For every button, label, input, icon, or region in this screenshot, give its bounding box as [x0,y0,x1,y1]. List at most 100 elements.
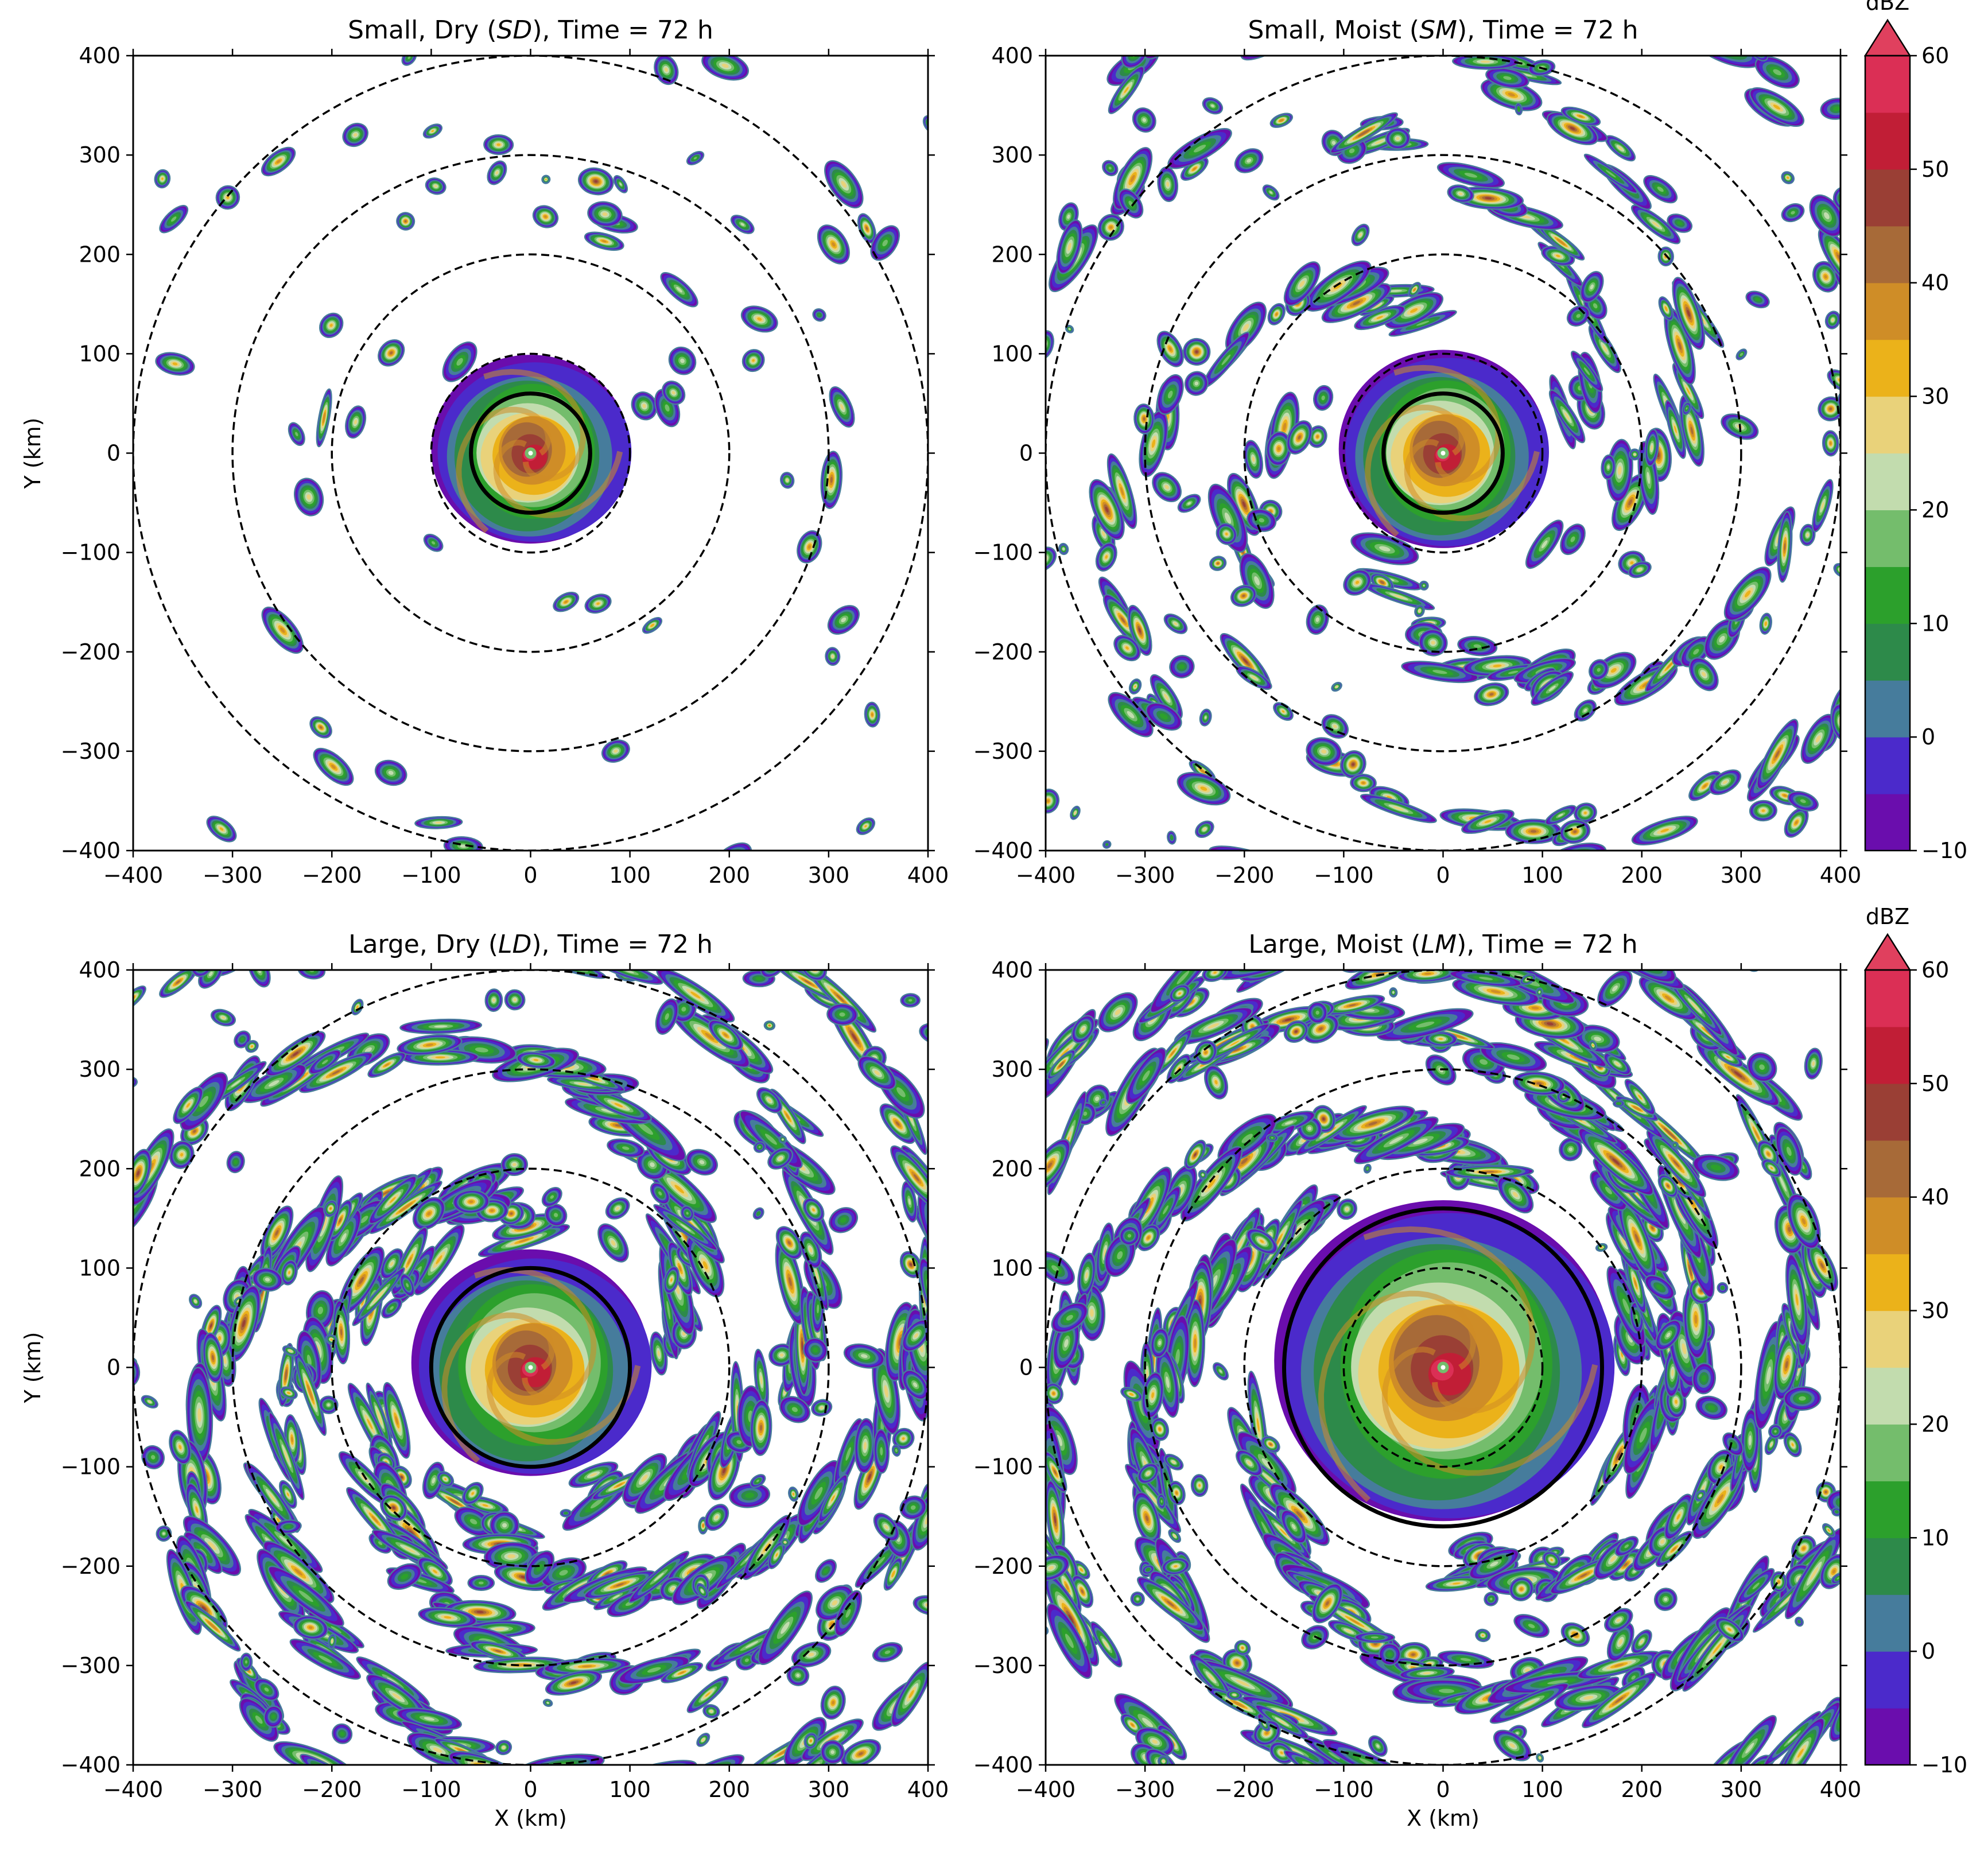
x-tick-label: 200 [1621,863,1663,888]
x-tick-label: 100 [609,863,651,888]
rainband-cell [657,1781,698,1816]
rainband-cell [228,924,307,976]
colorbar-segment [1865,283,1910,340]
x-tick-label: 100 [609,1777,651,1802]
x-tick-label: 400 [1820,1777,1862,1802]
x-tick-label: 0 [1436,1777,1450,1802]
panel-large-moist: −400−400−300−300−200−200−100−10000100100… [973,915,1900,1831]
colorbar-segment [1865,1140,1910,1198]
colorbar-segment [1865,169,1910,227]
rainband-cell [873,1429,890,1473]
reflectivity-field [996,7,1892,877]
colorbar-tick-label: 20 [1921,497,1949,522]
y-tick-label: −200 [973,639,1033,665]
convective-cell [501,1154,527,1176]
x-tick-label: 200 [708,863,750,888]
y-tick-label: −100 [61,540,121,565]
x-tick-label: −100 [401,1777,461,1802]
colorbar-extend-arrow [1865,20,1910,56]
y-axis-label: Y (km) [20,418,45,490]
figure: −400−400−300−300−200−200−100−10000100100… [0,0,1988,1856]
y-tick-label: −200 [973,1554,1033,1579]
x-tick-label: 200 [1621,1777,1663,1802]
colorbar-tick-label: 60 [1921,957,1949,983]
rainband-cell [765,927,794,954]
x-tick-label: −100 [1314,863,1373,888]
colorbar-segment [1865,340,1910,397]
rainband-cell [1202,26,1241,58]
inner-core [411,1249,652,1476]
panel-title: Small, Dry (SD), Time = 72 h [348,15,713,45]
x-tick-label: 400 [1820,863,1862,888]
colorbar-segment [1865,737,1910,794]
convective-cell [764,1020,775,1030]
x-tick-label: −400 [1016,1777,1075,1802]
colorbar-segment [1865,1708,1910,1765]
colorbar-segment [1865,1254,1910,1311]
colorbar-tick-label: 0 [1921,1639,1935,1664]
rainband-cell [1006,289,1039,331]
convective-cell [224,38,238,56]
colorbar-segment [1865,1197,1910,1255]
convective-cell [1749,800,1777,821]
convective-cell [825,647,841,666]
convective-cell [900,993,920,1007]
x-tick-label: −300 [1115,863,1175,888]
colorbar-tick-label: 40 [1921,1185,1949,1210]
rainband-cell [948,1654,974,1681]
colorbar-segment [1865,566,1910,624]
rainband-cell [1012,267,1045,311]
colorbar-tick-label: 10 [1921,1525,1949,1550]
convective-cell [188,1768,199,1777]
panel-title: Large, Dry (LD), Time = 72 h [348,930,713,959]
convective-cell [1308,1002,1327,1023]
y-tick-label: −200 [61,639,121,665]
y-tick-label: −300 [61,739,121,764]
convective-cell [1389,988,1397,997]
y-tick-label: 200 [79,242,121,267]
x-tick-label: −200 [302,863,362,888]
colorbar-segment [1865,1368,1910,1425]
y-tick-label: −100 [61,1454,121,1480]
x-tick-label: −400 [1016,863,1075,888]
x-axis-label: X (km) [494,1806,567,1831]
rainband-cell [1018,1189,1043,1259]
colorbar-segment [1865,794,1910,851]
y-tick-label: −400 [61,1752,121,1778]
y-tick-label: 100 [79,341,121,366]
colorbar-label: dBZ [1866,0,1909,15]
colorbar-tick-label: 20 [1921,1411,1949,1437]
convective-cell [1784,1386,1821,1410]
x-tick-label: 200 [708,1777,750,1802]
convective-cell [1613,1100,1624,1107]
rainband-cell [950,1429,974,1491]
colorbar-segment [1865,1651,1910,1709]
figure-canvas: −400−400−300−300−200−200−100−10000100100… [0,0,1988,1856]
colorbar-tick-label: 0 [1921,724,1935,750]
y-tick-label: 200 [79,1156,121,1181]
convective-cell [864,702,880,727]
panel-title: Small, Moist (SM), Time = 72 h [1248,15,1638,45]
convective-cell [561,1509,572,1516]
x-tick-label: −200 [302,1777,362,1802]
convective-cell [485,989,503,1012]
y-tick-label: −300 [61,1653,121,1678]
colorbar-tick-label: 10 [1921,611,1949,636]
panel-title: Large, Moist (LM), Time = 72 h [1248,930,1637,959]
x-tick-label: −400 [103,863,163,888]
rainband-cell [1355,1632,1395,1643]
x-tick-label: −300 [1115,1777,1175,1802]
colorbar-segment [1865,680,1910,738]
colorbar-segment [1865,56,1910,113]
y-tick-label: 400 [79,957,121,983]
x-tick-label: −300 [203,863,262,888]
panel-large-dry: −400−400−300−300−200−200−100−10000100100… [20,923,978,1831]
reflectivity-field [980,915,1900,1825]
y-tick-label: 300 [991,1057,1033,1082]
colorbar-tick-label: 30 [1921,1298,1949,1324]
colorbar-bottom: −100102030405060dBZ [1865,904,1967,1778]
colorbar-segment [1865,1424,1910,1481]
convective-cell [240,1653,253,1670]
colorbar-segment [1865,397,1910,454]
reflectivity-field [84,923,978,1823]
